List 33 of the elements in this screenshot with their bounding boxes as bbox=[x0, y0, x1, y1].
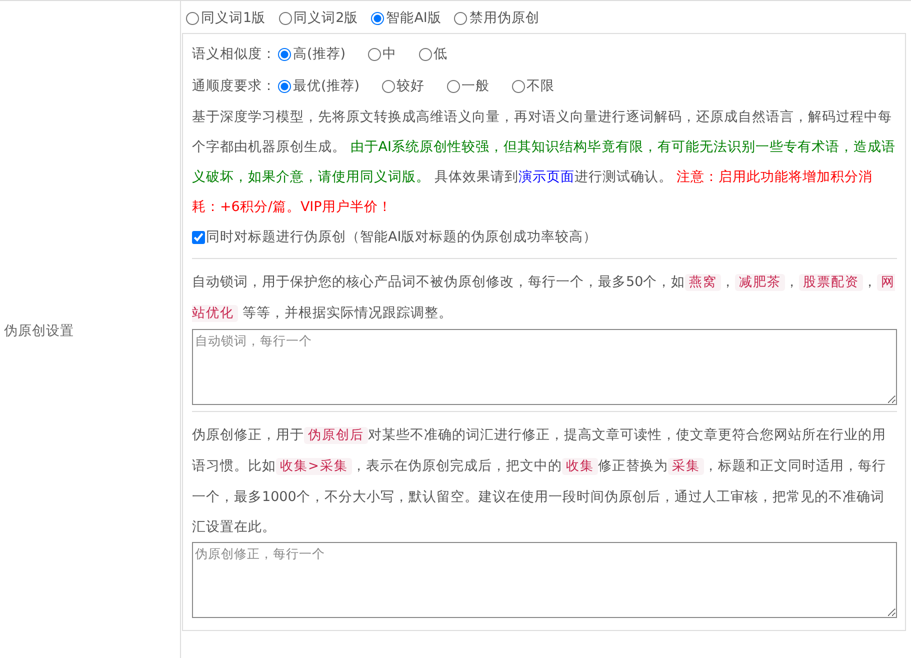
radio-button[interactable] bbox=[186, 12, 199, 24]
radio-label[interactable]: 不限 bbox=[526, 77, 555, 95]
radio-label[interactable]: 同义词2版 bbox=[294, 9, 358, 27]
lock-words-description: 自动锁词，用于保护您的核心产品词不被伪原创修改，每行一个，最多50个，如 燕窝 ， 减肥茶 ， 股票配资 ， 网站优化 等等，并根据实际情况跟踪调整。 bbox=[192, 273, 896, 324]
radio-button[interactable] bbox=[512, 80, 525, 92]
setting-label: 通顺度要求： bbox=[192, 77, 276, 95]
radio-label[interactable]: 最优(推荐) bbox=[293, 77, 360, 95]
radio-button[interactable] bbox=[278, 80, 291, 92]
radio-label[interactable]: 禁用伪原创 bbox=[469, 9, 540, 27]
ai-description: 基于深度学习模型，先将原文转换成高维语义向量，再对语义向量进行逐词解码，还原成自然语言，解码过程中每个字都由机器原创生成。 由于AI系统原创性较强，但其知识结构毕竟有限，有可能无法识别一些专有术语，造成语义破坏，如果介意，请使用同义词版。 具体效果请到演示页面进行测试确认。 注意：启用此功能将增加积分消耗：+6积分/篇。VIP用户半价！ bbox=[192, 108, 897, 217]
radio-button[interactable] bbox=[278, 48, 291, 60]
checkbox-label[interactable]: 同时对标题进行伪原创（智能AI版对标题的伪原创成功率较高） bbox=[206, 228, 598, 246]
radio-button[interactable] bbox=[278, 12, 292, 24]
radio-label[interactable]: 较好 bbox=[396, 77, 425, 95]
lock-words-field[interactable]: 自动锁词，每行一个 bbox=[192, 329, 897, 405]
radio-label[interactable]: 一般 bbox=[462, 77, 490, 95]
radio-label[interactable]: 同义词1版 bbox=[201, 9, 266, 27]
correction-description: 伪原创修正，用于 伪原创后 对某些不准确的词汇进行修正，提高文章可读性，使文章更符合您网站所在行业的用语习惯。比如 收集>采集 ，表示在伪原创完成后，把文中的 收集 修正替换为 采集 ，标题和正文同时适用，每行一个，最多1000个，不分大小写，默认留空。建议在使用一段时间伪原创后，通过人工审核，把常见的不准确词汇设置在此。 bbox=[192, 426, 887, 537]
radio-button[interactable] bbox=[368, 48, 381, 60]
radio-label[interactable]: 低 bbox=[434, 45, 448, 63]
checkbox[interactable] bbox=[192, 230, 205, 244]
setting-label: 语义相似度： bbox=[192, 45, 276, 63]
radio-label[interactable]: 智能AI版 bbox=[386, 9, 442, 27]
radio-label[interactable]: 中 bbox=[382, 45, 397, 63]
radio-button[interactable] bbox=[446, 80, 460, 92]
radio-button[interactable] bbox=[418, 48, 432, 60]
radio-button[interactable] bbox=[454, 12, 468, 24]
radio-label[interactable]: 高(推荐) bbox=[293, 45, 346, 63]
correction-field[interactable]: 伪原创修正，每行一个 bbox=[192, 542, 897, 618]
section-label: 伪原创设置 bbox=[4, 322, 74, 340]
demo-page-link[interactable]: 演示页面 bbox=[518, 169, 574, 185]
radio-button[interactable] bbox=[382, 80, 395, 92]
radio-button[interactable] bbox=[371, 12, 384, 24]
